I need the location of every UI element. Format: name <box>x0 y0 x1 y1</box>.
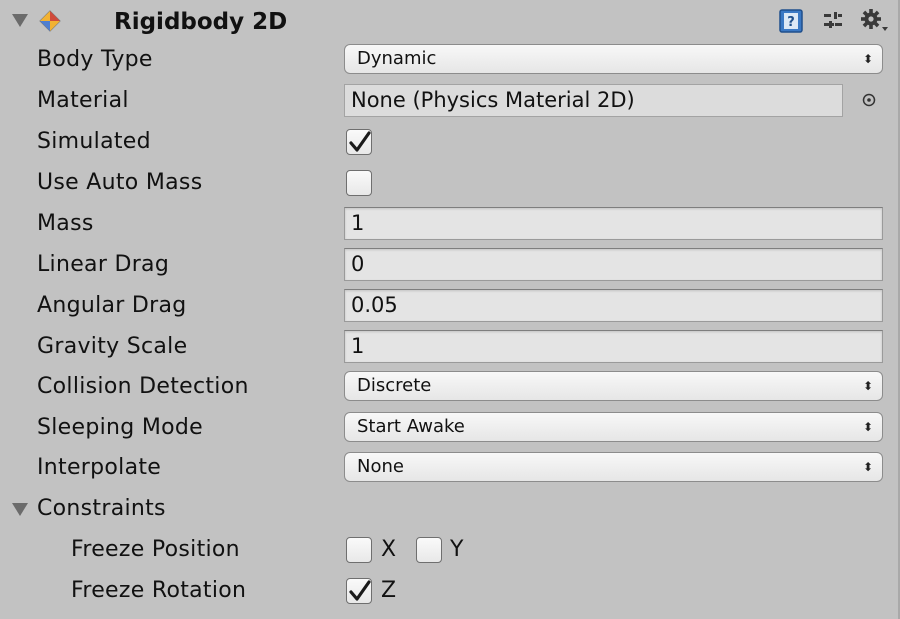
freeze-position-x-checkbox[interactable] <box>346 537 372 563</box>
simulated-row: Simulated <box>0 122 898 162</box>
dropdown-arrows-icon: ⬍ <box>862 52 873 66</box>
freeze-rotation-label: Freeze Rotation <box>71 578 247 603</box>
simulated-label: Simulated <box>37 129 151 154</box>
mass-label: Mass <box>37 211 94 236</box>
constraints-foldout[interactable]: Constraints <box>0 489 898 529</box>
foldout-arrow-icon[interactable] <box>12 14 28 27</box>
help-book-icon[interactable]: ? <box>779 9 803 33</box>
freeze-position-x-label: X <box>381 537 397 562</box>
mass-input[interactable]: 1 <box>344 207 883 240</box>
svg-text:?: ? <box>787 15 795 30</box>
sleeping-mode-row: Sleeping Mode Start Awake ⬍ <box>0 408 898 448</box>
mass-row: Mass 1 <box>0 204 898 244</box>
foldout-arrow-icon[interactable] <box>12 503 28 516</box>
dropdown-arrows-icon: ⬍ <box>862 420 873 434</box>
freeze-position-y-checkbox[interactable] <box>416 537 442 563</box>
sleeping-mode-label: Sleeping Mode <box>37 415 203 440</box>
interpolate-row: Interpolate None ⬍ <box>0 448 898 488</box>
rigidbody2d-inspector: Rigidbody 2D ? Body Type Dynamic ⬍ Mater… <box>0 0 900 619</box>
freeze-position-row: Freeze Position X Y <box>0 530 898 570</box>
use-auto-mass-label: Use Auto Mass <box>37 170 203 195</box>
linear-drag-row: Linear Drag 0 <box>0 245 898 285</box>
angular-drag-row: Angular Drag 0.05 <box>0 286 898 326</box>
sleeping-mode-dropdown[interactable]: Start Awake ⬍ <box>344 412 883 442</box>
dropdown-arrows-icon: ⬍ <box>862 460 873 474</box>
linear-drag-label: Linear Drag <box>37 252 170 277</box>
rigidbody2d-icon <box>39 10 61 32</box>
use-auto-mass-checkbox[interactable] <box>346 170 372 196</box>
component-title: Rigidbody 2D <box>114 9 288 35</box>
simulated-checkbox[interactable] <box>346 129 372 155</box>
angular-drag-label: Angular Drag <box>37 293 187 318</box>
body-type-value: Dynamic <box>357 48 437 69</box>
material-label: Material <box>37 88 129 113</box>
collision-detection-label: Collision Detection <box>37 374 249 399</box>
gravity-scale-label: Gravity Scale <box>37 334 188 359</box>
sleeping-mode-value: Start Awake <box>357 416 465 437</box>
linear-drag-input[interactable]: 0 <box>344 248 883 281</box>
interpolate-label: Interpolate <box>37 455 162 480</box>
gravity-scale-row: Gravity Scale 1 <box>0 327 898 367</box>
checkmark-icon <box>349 580 371 601</box>
body-type-label: Body Type <box>37 47 153 72</box>
freeze-rotation-z-label: Z <box>381 578 397 603</box>
material-value: None (Physics Material 2D) <box>351 88 635 112</box>
freeze-rotation-z-checkbox[interactable] <box>346 578 372 604</box>
material-row: Material None (Physics Material 2D) <box>0 81 898 121</box>
preset-sliders-icon[interactable] <box>821 9 845 33</box>
dropdown-arrows-icon: ⬍ <box>862 379 873 393</box>
freeze-position-y-label: Y <box>450 537 464 562</box>
collision-detection-row: Collision Detection Discrete ⬍ <box>0 367 898 407</box>
collision-detection-value: Discrete <box>357 375 432 396</box>
freeze-rotation-row: Freeze Rotation Z <box>0 571 898 611</box>
body-type-dropdown[interactable]: Dynamic ⬍ <box>344 44 883 74</box>
angular-drag-input[interactable]: 0.05 <box>344 289 883 322</box>
object-picker-icon[interactable] <box>862 93 876 107</box>
settings-gear-icon[interactable] <box>859 7 889 35</box>
gravity-scale-input[interactable]: 1 <box>344 330 883 363</box>
use-auto-mass-row: Use Auto Mass <box>0 163 898 203</box>
checkmark-icon <box>349 131 371 152</box>
constraints-label: Constraints <box>37 496 166 521</box>
body-type-row: Body Type Dynamic ⬍ <box>0 40 898 80</box>
freeze-position-label: Freeze Position <box>71 537 240 562</box>
material-object-field[interactable]: None (Physics Material 2D) <box>344 84 843 117</box>
interpolate-value: None <box>357 456 404 477</box>
collision-detection-dropdown[interactable]: Discrete ⬍ <box>344 371 883 401</box>
component-header[interactable]: Rigidbody 2D ? <box>0 0 898 40</box>
interpolate-dropdown[interactable]: None ⬍ <box>344 452 883 482</box>
